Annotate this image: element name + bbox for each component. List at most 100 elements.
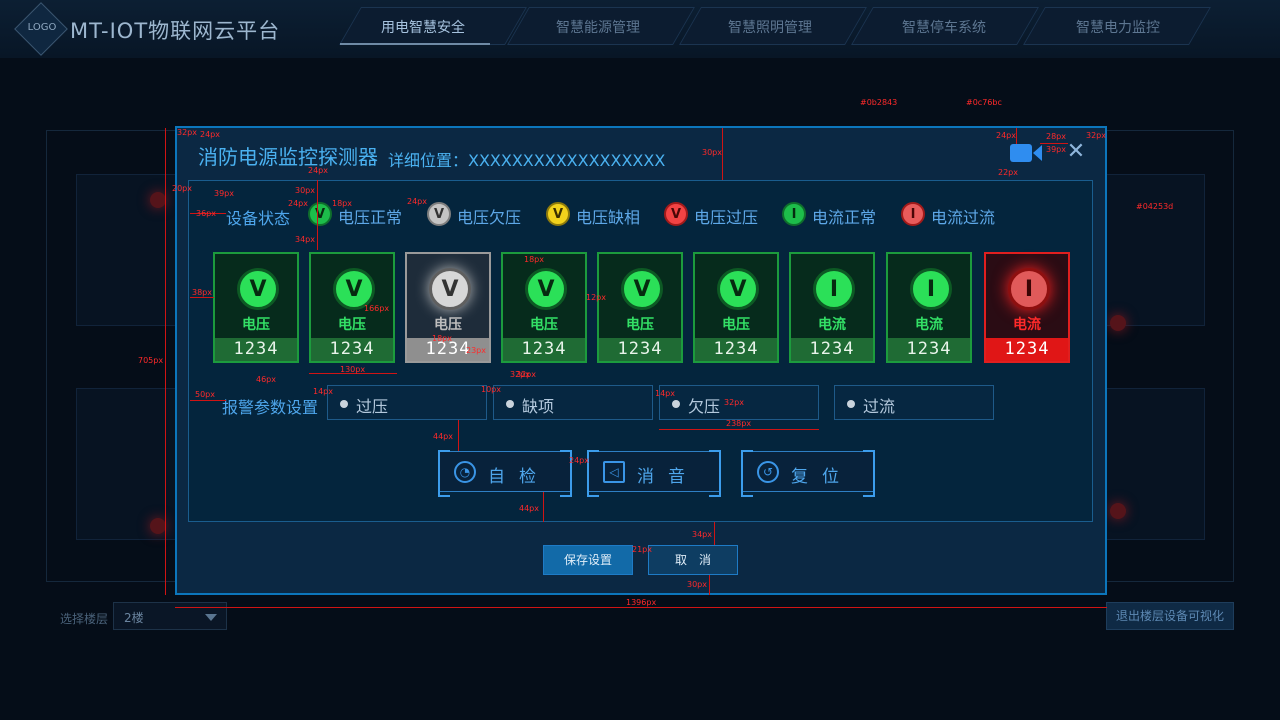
dim-annotation: 24px bbox=[288, 199, 308, 208]
tab-parking-system[interactable]: 智慧停车系统 bbox=[861, 17, 1027, 37]
dim-annotation: 14px bbox=[655, 389, 675, 398]
legend-label: 电流正常 bbox=[812, 208, 877, 227]
sensor-card[interactable]: V 电压 1234 bbox=[693, 252, 779, 363]
dim-annotation: 50px bbox=[195, 390, 215, 399]
dim-annotation: 130px bbox=[340, 365, 366, 374]
color-annotation: #04253d bbox=[1136, 202, 1174, 211]
tab-power-monitoring[interactable]: 智慧电力监控 bbox=[1035, 17, 1201, 37]
cancel-button[interactable]: 取消 bbox=[648, 545, 738, 575]
tab-lighting-management[interactable]: 智慧照明管理 bbox=[687, 17, 853, 37]
sensor-name: 电压 bbox=[530, 317, 558, 333]
reset-button[interactable]: ↺ 复位 bbox=[741, 450, 875, 497]
current-icon: I bbox=[813, 268, 855, 310]
sensor-card[interactable]: V 电压 1234 bbox=[597, 252, 683, 363]
save-settings-button[interactable]: 保存设置 bbox=[543, 545, 633, 575]
chevron-down-icon[interactable] bbox=[205, 614, 217, 621]
camera-lens-icon[interactable] bbox=[1033, 145, 1042, 161]
voltage-icon: V bbox=[664, 202, 688, 226]
sensor-card[interactable]: I 电流 1234 bbox=[789, 252, 875, 363]
dim-annotation: 18px bbox=[524, 255, 544, 264]
annotation-line bbox=[175, 607, 1107, 608]
tab-electric-safety[interactable]: 用电智慧安全 bbox=[340, 17, 506, 37]
mute-label: 消音 bbox=[637, 467, 699, 487]
dim-annotation: 32px bbox=[724, 398, 744, 407]
floor-select-label: 选择楼层 bbox=[60, 612, 109, 626]
param-missing-phase[interactable]: 缺项 bbox=[493, 385, 653, 420]
sensor-card[interactable]: V 电压 1234 bbox=[213, 252, 299, 363]
voltage-icon: V bbox=[427, 202, 451, 226]
sensor-value: 1234 bbox=[599, 338, 681, 361]
sensor-name: 电压 bbox=[434, 317, 462, 333]
dim-annotation: 18px bbox=[432, 334, 452, 343]
sensor-name: 电流 bbox=[818, 317, 846, 333]
color-annotation: #0b2843 bbox=[860, 98, 898, 107]
dim-annotation: 18px bbox=[332, 199, 352, 208]
voltage-icon: V bbox=[621, 268, 663, 310]
sensor-name: 电压 bbox=[722, 317, 750, 333]
legend-label: 电压欠压 bbox=[457, 208, 522, 227]
app-title: MT-IOT物联网云平台 bbox=[70, 19, 281, 43]
annotation-line bbox=[190, 400, 226, 401]
camera-icon[interactable] bbox=[1010, 144, 1032, 162]
legend-label: 电压过压 bbox=[694, 208, 759, 227]
sensor-value: 1234 bbox=[215, 338, 297, 361]
dim-annotation: 20px bbox=[172, 184, 192, 193]
sensor-card[interactable]: I 电流 1234 bbox=[886, 252, 972, 363]
param-label: 过压 bbox=[356, 397, 389, 416]
annotation-line bbox=[1040, 143, 1068, 144]
dim-annotation: 46px bbox=[256, 375, 276, 384]
dim-annotation: 34px bbox=[692, 530, 712, 539]
sensor-card[interactable]: I 电流 1234 bbox=[984, 252, 1070, 363]
mute-button[interactable]: ◁ 消音 bbox=[587, 450, 721, 497]
radio-dot bbox=[672, 400, 680, 408]
logo: LOGO bbox=[27, 22, 57, 33]
alarm-dot[interactable] bbox=[150, 518, 166, 534]
dim-annotation: 1396px bbox=[626, 598, 657, 607]
alarm-dot[interactable] bbox=[1110, 503, 1126, 519]
self-test-label: 自检 bbox=[488, 467, 550, 487]
dim-annotation: 32px bbox=[516, 370, 536, 379]
dim-annotation: 12px bbox=[586, 293, 606, 302]
dim-annotation: 36px bbox=[196, 209, 216, 218]
close-icon[interactable]: ✕ bbox=[1066, 141, 1086, 163]
location-text: 详细位置：XXXXXXXXXXXXXXXXXX bbox=[388, 151, 666, 170]
param-overcurrent[interactable]: 过流 bbox=[834, 385, 994, 420]
sensor-value: 1234 bbox=[888, 338, 970, 361]
sensor-value: 1234 bbox=[503, 338, 585, 361]
annotation-line bbox=[714, 522, 715, 545]
sensor-name: 电流 bbox=[1013, 317, 1041, 333]
status-label: 设备状态 bbox=[226, 209, 291, 228]
voltage-icon: V bbox=[237, 268, 279, 310]
param-label: 欠压 bbox=[688, 397, 721, 416]
reset-icon: ↺ bbox=[757, 461, 779, 483]
dim-annotation: 39px bbox=[1046, 145, 1066, 154]
sensor-value: 1234 bbox=[791, 338, 873, 361]
dim-annotation: 34px bbox=[295, 235, 315, 244]
dim-annotation: 10px bbox=[481, 385, 501, 394]
param-overvoltage[interactable]: 过压 bbox=[327, 385, 487, 420]
dim-annotation: 32px bbox=[1086, 131, 1106, 140]
radio-dot bbox=[847, 400, 855, 408]
dim-annotation: 24px bbox=[407, 197, 427, 206]
sensor-name: 电压 bbox=[626, 317, 654, 333]
alarm-dot[interactable] bbox=[1110, 315, 1126, 331]
active-tab-indicator bbox=[340, 43, 490, 45]
dim-annotation: 44px bbox=[519, 504, 539, 513]
alarm-dot[interactable] bbox=[150, 192, 166, 208]
dim-annotation: 166px bbox=[364, 304, 390, 313]
mute-icon: ◁ bbox=[603, 461, 625, 483]
floor-panel bbox=[1105, 174, 1205, 326]
exit-floor-visualization-button[interactable]: 退出楼层设备可视化 bbox=[1106, 602, 1234, 630]
reset-label: 复位 bbox=[791, 467, 853, 487]
voltage-icon: V bbox=[546, 202, 570, 226]
self-test-button[interactable]: ◔ 自检 bbox=[438, 450, 572, 497]
gauge-icon: ◔ bbox=[454, 461, 476, 483]
tab-energy-management[interactable]: 智慧能源管理 bbox=[515, 17, 681, 37]
sensor-card[interactable]: V 电压 1234 bbox=[501, 252, 587, 363]
dim-annotation: 44px bbox=[433, 432, 453, 441]
voltage-icon: V bbox=[717, 268, 759, 310]
voltage-icon: V bbox=[429, 268, 471, 310]
dim-annotation: 238px bbox=[726, 419, 752, 428]
dim-annotation: 32px bbox=[177, 128, 197, 137]
dim-annotation: 21px bbox=[632, 545, 652, 554]
